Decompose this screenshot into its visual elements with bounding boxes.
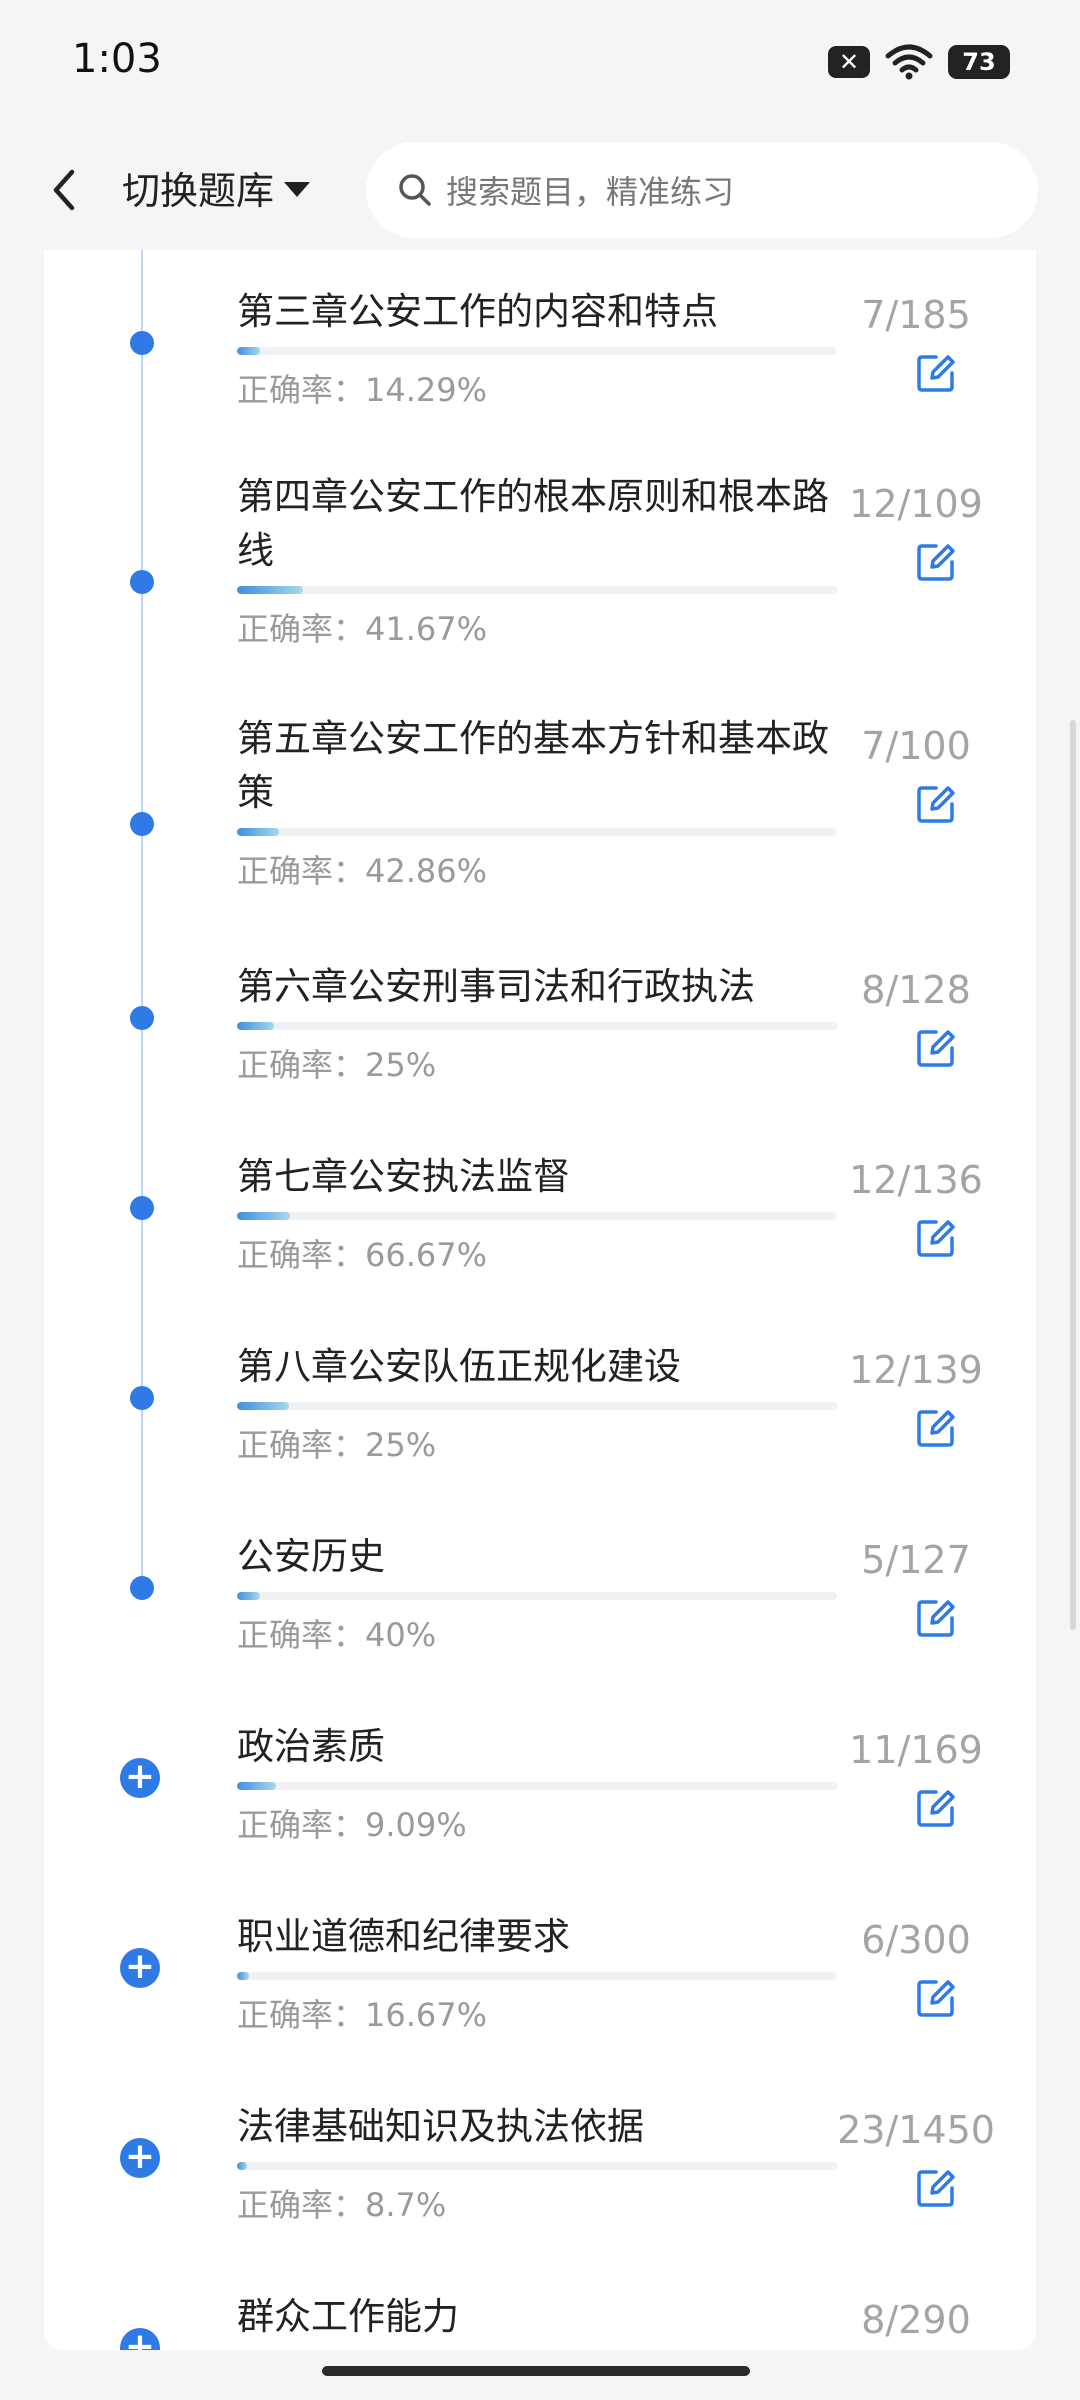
back-arrow-icon[interactable] bbox=[44, 160, 84, 220]
status-icons: ✕ 73 bbox=[828, 44, 1022, 80]
chapter-title: 第七章公安执法监督 bbox=[237, 1155, 570, 1198]
question-count: 5/127 bbox=[861, 1538, 971, 1582]
question-count: 6/300 bbox=[861, 1918, 971, 1962]
progress-bar bbox=[237, 2162, 837, 2170]
progress-bar bbox=[237, 347, 837, 355]
edit-practice-icon[interactable] bbox=[914, 351, 958, 395]
progress-bar bbox=[237, 1592, 837, 1600]
timeline-dot-icon bbox=[130, 812, 154, 836]
progress-bar-fill bbox=[237, 1782, 276, 1790]
progress-bar-fill bbox=[237, 1212, 290, 1220]
edit-practice-icon[interactable] bbox=[914, 1786, 958, 1830]
search-icon bbox=[399, 174, 431, 206]
chapter-title: 法律基础知识及执法依据 bbox=[237, 2105, 644, 2148]
progress-bar bbox=[237, 828, 837, 836]
question-count: 11/169 bbox=[849, 1728, 983, 1772]
expand-plus-icon[interactable]: + bbox=[120, 2328, 160, 2350]
question-count: 8/290 bbox=[861, 2298, 971, 2342]
switch-bank-label: 切换题库 bbox=[122, 169, 275, 213]
expand-plus-icon[interactable]: + bbox=[120, 1758, 160, 1798]
edit-practice-icon[interactable] bbox=[914, 1026, 958, 1070]
progress-bar bbox=[237, 1212, 837, 1220]
timeline-dot-icon bbox=[130, 1006, 154, 1030]
progress-bar bbox=[237, 1972, 837, 1980]
progress-bar bbox=[237, 586, 837, 594]
expand-plus-icon[interactable]: + bbox=[120, 2138, 160, 2178]
chapter-title: 群众工作能力 bbox=[237, 2295, 459, 2338]
chapter-title: 第四章公安工作的根本原则和根本路线 bbox=[237, 475, 829, 572]
timeline-dot-icon bbox=[130, 1386, 154, 1410]
accuracy-text: 正确率：8.7% bbox=[237, 2186, 447, 2224]
accuracy-text: 正确率：9.09% bbox=[237, 1806, 467, 1844]
accuracy-text: 正确率：25% bbox=[237, 1046, 437, 1084]
progress-bar bbox=[237, 1402, 837, 1410]
chapter-title: 第五章公安工作的基本方针和基本政策 bbox=[237, 717, 829, 814]
accuracy-text: 正确率：41.67% bbox=[237, 610, 488, 648]
scrollbar[interactable] bbox=[1070, 720, 1076, 1630]
chapter-title: 第六章公安刑事司法和行政执法 bbox=[237, 965, 755, 1008]
timeline-dot-icon bbox=[130, 570, 154, 594]
edit-practice-icon[interactable] bbox=[914, 1406, 958, 1450]
edit-practice-icon[interactable] bbox=[914, 782, 958, 826]
progress-bar-fill bbox=[237, 828, 279, 836]
timeline-dot-icon bbox=[130, 1576, 154, 1600]
header-bar: 切换题库 搜索题目，精准练习 bbox=[0, 130, 1080, 250]
edit-practice-icon[interactable] bbox=[914, 1216, 958, 1260]
status-bar: 1:03 ✕ 73 bbox=[0, 0, 1080, 130]
accuracy-text: 正确率：14.29% bbox=[237, 371, 488, 409]
no-sim-icon: ✕ bbox=[828, 46, 870, 78]
question-count: 7/185 bbox=[861, 293, 971, 337]
question-count: 8/128 bbox=[861, 968, 971, 1012]
chapter-list-card: 第三章公安工作的内容和特点正确率：14.29% 7/185 第四章公安工作的根本原则… bbox=[44, 250, 1036, 2350]
accuracy-text: 正确率：42.86% bbox=[237, 852, 488, 890]
edit-practice-icon[interactable] bbox=[914, 540, 958, 584]
question-count: 7/100 bbox=[861, 724, 971, 768]
progress-bar-fill bbox=[237, 2162, 247, 2170]
progress-bar-fill bbox=[237, 1592, 261, 1600]
chapter-title: 职业道德和纪律要求 bbox=[237, 1915, 570, 1958]
edit-practice-icon[interactable] bbox=[914, 1596, 958, 1640]
progress-bar-fill bbox=[237, 1402, 289, 1410]
search-input[interactable]: 搜索题目，精准练习 bbox=[366, 142, 1038, 238]
progress-bar-fill bbox=[237, 586, 303, 594]
search-placeholder: 搜索题目，精准练习 bbox=[446, 173, 735, 211]
battery-level: 73 bbox=[962, 48, 996, 76]
accuracy-text: 正确率：66.67% bbox=[237, 1236, 488, 1274]
timeline-dot-icon bbox=[130, 331, 154, 355]
home-indicator[interactable] bbox=[322, 2366, 750, 2376]
status-time: 1:03 bbox=[72, 36, 162, 82]
progress-bar bbox=[237, 1022, 837, 1030]
expand-plus-icon[interactable]: + bbox=[120, 1948, 160, 1988]
chapter-title: 第八章公安队伍正规化建设 bbox=[237, 1345, 681, 1388]
progress-bar-fill bbox=[237, 1022, 275, 1030]
chapter-title: 公安历史 bbox=[237, 1535, 385, 1578]
edit-practice-icon[interactable] bbox=[914, 2166, 958, 2210]
accuracy-text: 正确率：16.67% bbox=[237, 1996, 488, 2034]
question-count: 23/1450 bbox=[837, 2108, 995, 2152]
battery-icon: 73 bbox=[948, 45, 1022, 79]
accuracy-text: 正确率：40% bbox=[237, 1616, 437, 1654]
dropdown-triangle-icon bbox=[284, 182, 311, 197]
question-count: 12/136 bbox=[849, 1158, 983, 1202]
question-count: 12/139 bbox=[849, 1348, 983, 1392]
chapter-title: 第三章公安工作的内容和特点 bbox=[237, 290, 718, 333]
chapter-title: 政治素质 bbox=[237, 1725, 385, 1768]
progress-bar bbox=[237, 1782, 837, 1790]
progress-bar-fill bbox=[237, 1972, 249, 1980]
switch-question-bank-button[interactable]: 切换题库 bbox=[122, 160, 311, 215]
wifi-icon bbox=[885, 44, 933, 80]
timeline-dot-icon bbox=[130, 1196, 154, 1220]
progress-bar-fill bbox=[237, 347, 260, 355]
edit-practice-icon[interactable] bbox=[914, 1976, 958, 2020]
question-count: 12/109 bbox=[849, 482, 983, 526]
accuracy-text: 正确率：25% bbox=[237, 1426, 437, 1464]
